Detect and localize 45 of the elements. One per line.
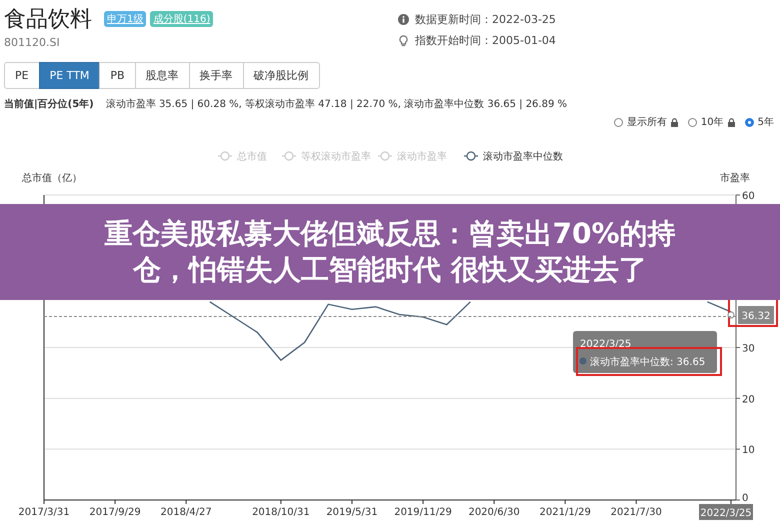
- axis-title: 市盈率: [720, 173, 750, 184]
- metric-tab[interactable]: 换手率: [188, 62, 244, 89]
- metric-tab[interactable]: 股息率: [134, 62, 190, 89]
- index-code: 801120.SI: [4, 36, 61, 49]
- tick-label: 0: [742, 493, 748, 504]
- tick-label: 2018/4/27: [160, 507, 212, 518]
- info-text: 数据更新时间：2022-03-25: [415, 12, 556, 27]
- summary-label: 当前值|百分位(5年): [4, 98, 94, 111]
- tick-label: 2021/1/29: [540, 507, 591, 518]
- index-title: 食品饮料: [4, 6, 92, 34]
- tick-label: 2017/9/29: [89, 507, 141, 518]
- radio-button[interactable]: [744, 118, 754, 126]
- tick-label: 2019/5/31: [326, 507, 378, 518]
- tick-label: 20: [742, 394, 755, 406]
- metric-tab[interactable]: PE: [4, 62, 40, 89]
- value-label: 36.32: [738, 306, 774, 324]
- tick-label: 2020/6/30: [468, 507, 520, 518]
- radio-button[interactable]: [614, 118, 623, 126]
- tick-label: 2021/7/30: [610, 507, 662, 518]
- headline-text: 重仓美股私募大佬但斌反思：曾卖出70%的持: [104, 216, 676, 252]
- axis-pointer-label: 2022/3/25: [699, 504, 753, 520]
- annotation: 滚动市盈率中位数: 36.65: [590, 356, 706, 368]
- axis-title: 总市值（亿）: [22, 173, 82, 184]
- lightbulb-icon: [398, 34, 409, 46]
- tick-label: 30: [742, 344, 755, 354]
- tick-label: 2019/11/29: [394, 507, 452, 518]
- tick-label: 2017/3/31: [18, 507, 70, 518]
- annotation: 2022/3/25: [580, 339, 632, 350]
- tick-label: 2018/10/31: [252, 507, 310, 518]
- info-icon: [398, 14, 409, 25]
- range-label[interactable]: 10年: [700, 115, 724, 129]
- range-label[interactable]: 5年: [758, 115, 774, 129]
- legend-item[interactable]: 滚动市盈率中位数: [464, 151, 563, 162]
- tick-label: 60: [742, 191, 755, 202]
- metric-tab[interactable]: PB: [99, 62, 136, 89]
- summary-text: 滚动市盈率 35.65 | 60.28 %, 等权滚动市盈率 47.18 | 22.70 %, 滚动市盈率中位数 36.65 | 26.89 %: [106, 98, 568, 111]
- info-text: 指数开始时间：2005-01-04: [415, 33, 556, 48]
- headline-text: 仓，怕错失人工智能时代 很快又买进去了: [133, 252, 647, 288]
- metric-tab[interactable]: 破净股比例: [242, 62, 320, 89]
- range-label[interactable]: 显示所有: [626, 115, 667, 129]
- legend-label: 滚动市盈率中位数: [483, 150, 563, 162]
- metric-tab[interactable]: PE TTM: [38, 62, 100, 89]
- tick-label: 10: [742, 445, 755, 456]
- tooltip: 2022/3/25 滚动市盈率中位数: 36.65: [573, 331, 717, 373]
- radio-button[interactable]: [688, 118, 697, 126]
